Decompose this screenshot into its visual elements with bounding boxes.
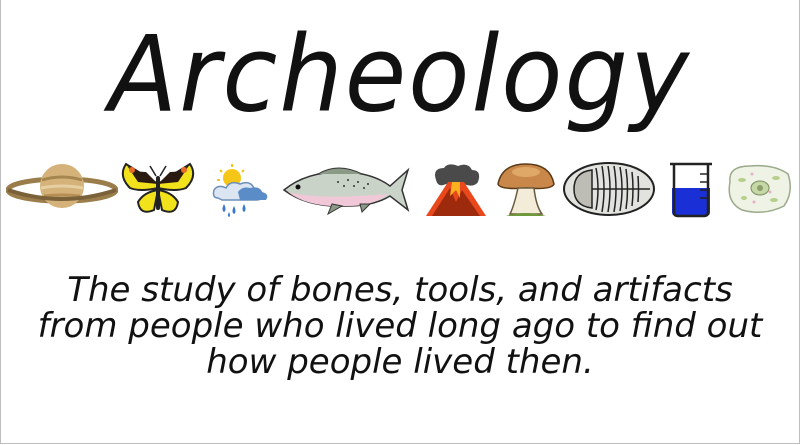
butterfly-icon [121, 162, 195, 213]
beaker-icon [670, 162, 712, 218]
trilobite-fossil-icon [563, 162, 655, 216]
cell-icon [728, 164, 791, 213]
description-line: how people lived then. [206, 342, 594, 382]
saturn-icon [6, 164, 118, 208]
icon-strip [0, 150, 800, 230]
description-line: The study of bones, tools, and artifacts [67, 270, 733, 310]
mushroom-icon [497, 163, 555, 216]
volcano-icon [426, 164, 486, 216]
description-line: from people who lived long ago to find o… [37, 306, 763, 346]
weather-icon [212, 164, 268, 217]
fish-icon [282, 167, 410, 216]
description: The study of bones, tools, and artifacts… [0, 272, 800, 380]
page-title: Archeology [108, 13, 692, 136]
